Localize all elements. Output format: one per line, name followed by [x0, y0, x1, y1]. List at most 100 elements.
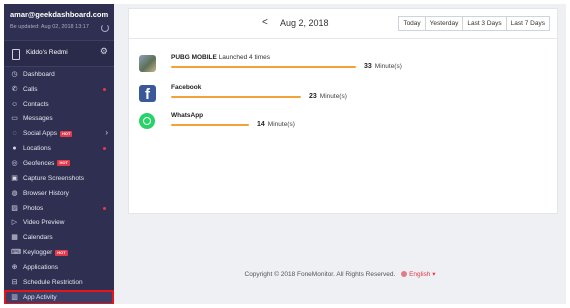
app-title: WhatsApp [171, 112, 204, 119]
sidebar-item-social-apps[interactable]: ◌ Social Apps HOT › [4, 126, 114, 141]
gear-icon[interactable]: ⚙ [100, 47, 108, 56]
keyboard-icon: ⌨ [11, 249, 22, 257]
range-last-7-days-button[interactable]: Last 7 Days [505, 16, 550, 31]
sidebar-item-keylogger[interactable]: ⌨ Keylogger HOT [4, 245, 114, 260]
whatsapp-app-icon [139, 113, 156, 130]
account-email: amar@geekdashboard.com [10, 10, 109, 19]
photo-icon: ▨ [11, 204, 18, 212]
sidebar-item-label: App Activity [23, 293, 57, 301]
usage-minutes: 23 [309, 93, 317, 100]
pubg-app-icon [139, 55, 156, 72]
sidebar-item-messages[interactable]: ▭ Messages [4, 112, 114, 127]
app-title: PUBG MOBILE [171, 54, 217, 61]
app-window: amar@geekdashboard.com Be updated: Aug 0… [0, 0, 570, 308]
alert-dot [103, 87, 106, 91]
contacts-icon: ☺ [11, 100, 19, 108]
sidebar-item-label: Keylogger [23, 249, 53, 257]
usage-value: 33 Minute(s) [364, 63, 402, 70]
sidebar-item-label: Messages [23, 115, 53, 123]
app-activity-card: < Aug 2, 2018 Today Yesterday Last 3 Day… [128, 8, 558, 214]
sidebar-item-label: Geofences [23, 159, 55, 167]
usage-unit: Minute(s) [267, 121, 295, 128]
sidebar-item-label: Capture Screenshots [23, 174, 85, 182]
previous-date-button[interactable]: < [262, 17, 268, 28]
phone-icon: ✆ [11, 85, 18, 93]
applications-icon: ⊕ [11, 263, 18, 271]
facebook-app-icon: f [139, 85, 156, 102]
sidebar-item-app-activity[interactable]: ▥ App Activity [4, 289, 114, 304]
screenshot-icon: ▣ [11, 174, 18, 182]
app-activity-row: PUBG MOBILE Launched 4 times 33 Minute(s) [129, 51, 557, 75]
sidebar-item-contacts[interactable]: ☺ Contacts [4, 97, 114, 112]
chat-bubble-icon: ◌ [12, 130, 17, 138]
usage-bar [171, 96, 301, 98]
sidebar-item-label: Browser History [23, 189, 69, 197]
app-title: Facebook [171, 84, 202, 91]
chevron-right-icon: › [105, 128, 108, 138]
last-updated: Be updated: Aug 02, 2018 13:17 [10, 24, 89, 30]
app-activity-row: WhatsApp 14 Minute(s) [129, 109, 557, 133]
sidebar-nav: ◷ Dashboard ✆ Calls ☺ Contacts ▭ Messages ◌ S… [4, 67, 114, 304]
language-selector[interactable]: English [409, 271, 430, 278]
app-name: Facebook [171, 84, 201, 91]
range-today-button[interactable]: Today [398, 16, 426, 31]
copyright-text: Copyright © 2018 FoneMonitor. All Rights… [244, 271, 396, 278]
message-icon: ▭ [11, 115, 18, 123]
app-name: WhatsApp [171, 112, 203, 119]
location-pin-icon: ● [12, 145, 17, 153]
sidebar-item-label: Calendars [23, 234, 53, 242]
hot-badge: HOT [55, 249, 68, 256]
sidebar-item-video-preview[interactable]: ▷ Video Preview [4, 215, 114, 230]
dashboard-icon: ◷ [11, 70, 18, 78]
sidebar-item-calls[interactable]: ✆ Calls [4, 82, 114, 97]
sidebar-item-label: Contacts [23, 100, 49, 108]
globe-icon [401, 271, 408, 278]
usage-unit: Minute(s) [319, 93, 347, 100]
chevron-down-icon[interactable]: ▾ [430, 271, 435, 278]
sidebar-item-label: Photos [23, 204, 44, 212]
app-activity-row: f Facebook 23 Minute(s) [129, 81, 557, 105]
sidebar-item-label: Schedule Restriction [23, 278, 83, 286]
sidebar-item-capture-screenshots[interactable]: ▣ Capture Screenshots [4, 171, 114, 186]
main-content: < Aug 2, 2018 Today Yesterday Last 3 Day… [114, 4, 566, 304]
usage-bar [171, 124, 249, 126]
sidebar-item-dashboard[interactable]: ◷ Dashboard [4, 67, 114, 82]
sidebar-item-photos[interactable]: ▨ Photos [4, 201, 114, 216]
app-name: PUBG MOBILE Launched 4 times [171, 54, 270, 61]
device-selector[interactable]: Kiddo's Redmi ⚙ [4, 41, 114, 67]
sidebar-item-geofences[interactable]: ◎ Geofences HOT [4, 156, 114, 171]
sidebar-item-applications[interactable]: ⊕ Applications [4, 260, 114, 275]
sidebar-item-label: Calls [23, 85, 38, 93]
usage-minutes: 33 [364, 63, 372, 70]
sidebar-item-label: Social Apps [23, 130, 57, 138]
date-bar: < Aug 2, 2018 Today Yesterday Last 3 Day… [129, 9, 557, 39]
range-yesterday-button[interactable]: Yesterday [424, 16, 464, 31]
usage-value: 23 Minute(s) [309, 93, 347, 100]
video-icon: ▷ [11, 219, 18, 227]
range-last-3-days-button[interactable]: Last 3 Days [462, 16, 507, 31]
browser-icon: ◍ [11, 189, 18, 197]
sidebar-item-schedule-restriction[interactable]: ⊟ Schedule Restriction [4, 275, 114, 290]
phone-device-icon [12, 49, 20, 60]
usage-minutes: 14 [257, 121, 265, 128]
sidebar-item-label: Locations [23, 145, 51, 153]
whatsapp-phone-glyph [143, 117, 151, 125]
date-range-group: Today Yesterday Last 3 Days Last 7 Days [398, 16, 550, 31]
device-name: Kiddo's Redmi [26, 49, 68, 56]
alert-dot [103, 206, 106, 210]
sidebar-item-locations[interactable]: ● Locations [4, 141, 114, 156]
sidebar-item-label: Video Preview [23, 219, 65, 227]
calendar-icon: ▦ [11, 234, 18, 242]
hot-badge: HOT [57, 160, 70, 167]
usage-unit: Minute(s) [374, 63, 402, 70]
launch-count: Launched 4 times [218, 54, 270, 61]
current-date: Aug 2, 2018 [280, 18, 329, 28]
hot-badge: HOT [59, 130, 73, 137]
account-panel: amar@geekdashboard.com Be updated: Aug 0… [4, 4, 114, 41]
sidebar-item-browser-history[interactable]: ◍ Browser History [4, 186, 114, 201]
sidebar-item-calendars[interactable]: ▦ Calendars [4, 230, 114, 245]
page-footer: Copyright © 2018 FoneMonitor. All Rights… [114, 270, 566, 278]
sidebar: amar@geekdashboard.com Be updated: Aug 0… [4, 4, 114, 304]
refresh-icon[interactable] [101, 24, 109, 32]
usage-value: 14 Minute(s) [257, 121, 295, 128]
